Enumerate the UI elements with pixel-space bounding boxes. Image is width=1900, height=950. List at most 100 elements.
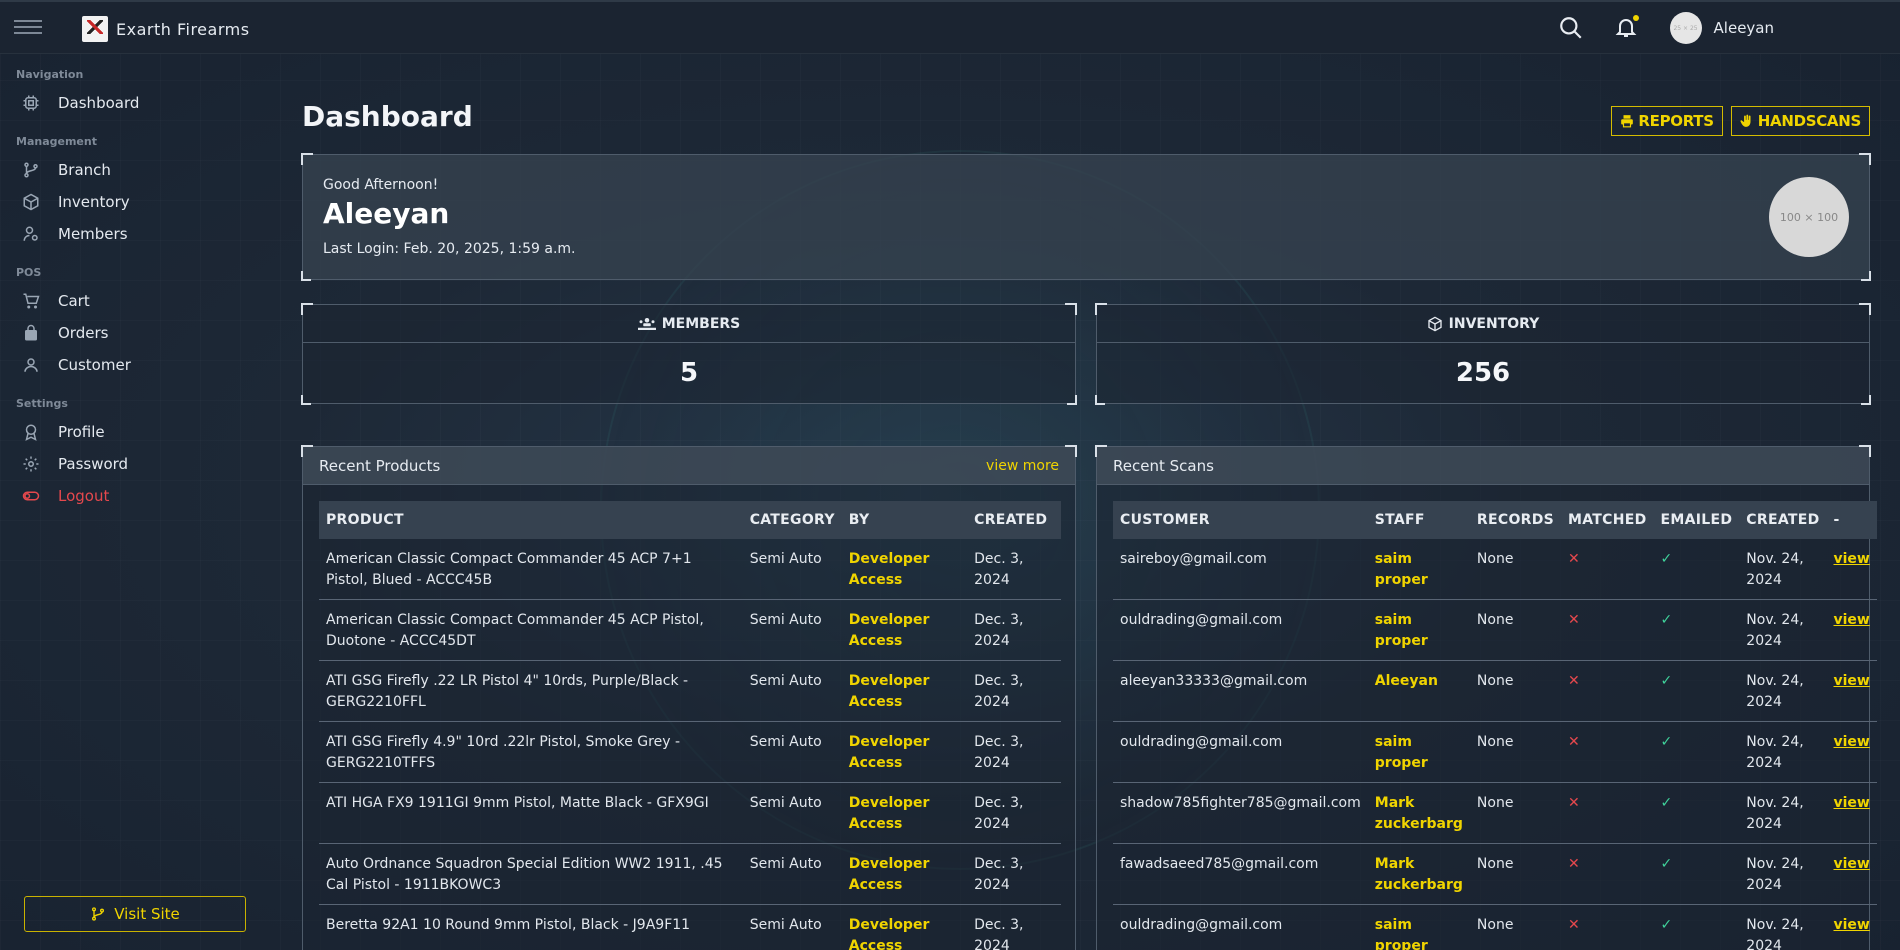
user-menu[interactable]: 25 × 25 Aleeyan bbox=[1669, 12, 1774, 44]
sidebar-item-label: Cart bbox=[58, 292, 90, 310]
emailed-cell: ✓ bbox=[1653, 599, 1740, 661]
view-more-link[interactable]: view more bbox=[986, 458, 1059, 474]
view-link[interactable]: view bbox=[1834, 917, 1870, 933]
sidebar: Navigation Dashboard Management Branch I… bbox=[0, 54, 262, 950]
scan-created-date: Nov. 24, 2024 bbox=[1739, 539, 1827, 600]
sidebar-item-orders[interactable]: Orders bbox=[0, 317, 262, 349]
staff-name: Mark zuckerbarg bbox=[1367, 843, 1470, 905]
table-row[interactable]: ouldrading@gmail.com saim proper None ✕ ✓ Nov… bbox=[1113, 721, 1877, 783]
reports-button[interactable]: REPORTS bbox=[1611, 106, 1723, 136]
column-header[interactable]: BY bbox=[841, 501, 968, 539]
view-cell: view bbox=[1826, 539, 1877, 600]
view-cell: view bbox=[1826, 782, 1877, 844]
product-name: Auto Ordnance Squadron Special Edition W… bbox=[319, 843, 743, 905]
matched-cell: ✕ bbox=[1561, 660, 1654, 722]
table-row[interactable]: aleeyan33333@gmail.com Aleeyan None ✕ ✓ Nov. … bbox=[1113, 660, 1877, 722]
table-row[interactable]: fawadsaeed785@gmail.com Mark zuckerbarg No… bbox=[1113, 843, 1877, 905]
brand-name: Exarth Firearms bbox=[116, 19, 250, 39]
sidebar-item-branch[interactable]: Branch bbox=[0, 154, 262, 186]
table-row[interactable]: Auto Ordnance Squadron Special Edition W… bbox=[319, 843, 1061, 905]
menu-toggle-icon[interactable] bbox=[14, 20, 42, 38]
recent-scans-header: Recent Scans bbox=[1097, 447, 1869, 485]
recent-products-table: PRODUCT CATEGORY BY CREATED American Cla… bbox=[319, 501, 1061, 950]
brand[interactable]: Exarth Firearms bbox=[82, 16, 250, 42]
table-row[interactable]: Beretta 92A1 10 Round 9mm Pistol, Black … bbox=[319, 904, 1061, 950]
records-value: None bbox=[1469, 904, 1562, 950]
greeting-text: Good Afternoon! bbox=[323, 177, 439, 193]
view-link[interactable]: view bbox=[1834, 612, 1870, 628]
records-value: None bbox=[1469, 843, 1562, 905]
table-row[interactable]: ATI HGA FX9 1911GI 9mm Pistol, Matte Bla… bbox=[319, 782, 1061, 844]
members-stat-card: MEMBERS 5 bbox=[301, 303, 1077, 405]
view-link[interactable]: view bbox=[1834, 551, 1870, 567]
toggle-icon bbox=[22, 491, 40, 501]
product-created-by: Developer Access bbox=[841, 904, 968, 950]
sidebar-item-logout[interactable]: Logout bbox=[0, 480, 262, 512]
matched-cell: ✕ bbox=[1561, 843, 1654, 905]
scan-created-date: Nov. 24, 2024 bbox=[1739, 599, 1827, 661]
gear-icon bbox=[23, 456, 39, 472]
check-icon: ✓ bbox=[1660, 612, 1673, 628]
sidebar-item-label: Customer bbox=[58, 356, 131, 374]
view-link[interactable]: view bbox=[1834, 795, 1870, 811]
column-header[interactable]: CATEGORY bbox=[742, 501, 842, 539]
records-value: None bbox=[1469, 721, 1562, 783]
column-header[interactable]: MATCHED bbox=[1561, 501, 1654, 539]
nav-section-title: Navigation bbox=[16, 68, 84, 81]
view-link[interactable]: view bbox=[1834, 856, 1870, 872]
search-icon[interactable] bbox=[1558, 15, 1584, 41]
table-row[interactable]: American Classic Compact Commander 45 AC… bbox=[319, 539, 1061, 600]
sidebar-item-customer[interactable]: Customer bbox=[0, 349, 262, 381]
bag-icon bbox=[25, 324, 37, 341]
sidebar-item-cart[interactable]: Cart bbox=[0, 285, 262, 317]
sidebar-item-password[interactable]: Password bbox=[0, 448, 262, 480]
table-row[interactable]: saireboy@gmail.com saim proper None ✕ ✓ Nov. … bbox=[1113, 539, 1877, 600]
view-link[interactable]: view bbox=[1834, 673, 1870, 689]
column-header[interactable]: CUSTOMER bbox=[1113, 501, 1368, 539]
sidebar-item-profile[interactable]: Profile bbox=[0, 416, 262, 448]
view-cell: view bbox=[1826, 599, 1877, 661]
cross-icon: ✕ bbox=[1568, 612, 1580, 628]
product-created-date: Dec. 3, 2024 bbox=[967, 721, 1061, 783]
table-row[interactable]: ouldrading@gmail.com saim proper None ✕ ✓ Nov… bbox=[1113, 904, 1877, 950]
nav-section-title: Management bbox=[16, 135, 97, 148]
inventory-stat-card: INVENTORY 256 bbox=[1095, 303, 1871, 405]
handscans-button[interactable]: HANDSCANS bbox=[1730, 106, 1870, 136]
sidebar-item-dashboard[interactable]: Dashboard bbox=[0, 87, 262, 119]
matched-cell: ✕ bbox=[1561, 599, 1654, 661]
sidebar-item-members[interactable]: Members bbox=[0, 218, 262, 250]
page-title: Dashboard bbox=[302, 100, 473, 133]
inventory-stat-label: INVENTORY bbox=[1448, 315, 1540, 332]
header-actions: REPORTS HANDSCANS bbox=[1611, 106, 1870, 136]
scan-created-date: Nov. 24, 2024 bbox=[1739, 904, 1827, 950]
sidebar-item-label: Password bbox=[58, 455, 129, 473]
cart-icon bbox=[23, 293, 40, 309]
table-row[interactable]: ATI GSG Firefly .22 LR Pistol 4" 10rds, … bbox=[319, 660, 1061, 722]
product-name: ATI GSG Firefly .22 LR Pistol 4" 10rds, … bbox=[319, 660, 743, 722]
reports-label: REPORTS bbox=[1638, 112, 1714, 130]
sidebar-item-label: Branch bbox=[58, 161, 111, 179]
column-header[interactable]: CREATED bbox=[967, 501, 1061, 539]
column-header[interactable]: EMAILED bbox=[1653, 501, 1740, 539]
sidebar-item-label: Logout bbox=[58, 487, 110, 505]
product-category: Semi Auto bbox=[742, 843, 842, 905]
visit-site-button[interactable]: Visit Site bbox=[24, 896, 246, 932]
column-header[interactable]: RECORDS bbox=[1469, 501, 1562, 539]
table-row[interactable]: ATI GSG Firefly 4.9" 10rd .22lr Pistol, … bbox=[319, 721, 1061, 783]
column-header[interactable]: STAFF bbox=[1367, 501, 1470, 539]
inventory-stat-header: INVENTORY bbox=[1097, 305, 1869, 343]
table-row[interactable]: American Classic Compact Commander 45 AC… bbox=[319, 599, 1061, 661]
table-row[interactable]: shadow785fighter785@gmail.com Mark zucker… bbox=[1113, 782, 1877, 844]
welcome-card: Good Afternoon! Aleeyan Last Login: Feb.… bbox=[301, 153, 1871, 281]
view-link[interactable]: view bbox=[1834, 734, 1870, 750]
product-created-by: Developer Access bbox=[841, 660, 968, 722]
members-icon bbox=[637, 317, 656, 330]
product-created-date: Dec. 3, 2024 bbox=[967, 904, 1061, 950]
table-row[interactable]: ouldrading@gmail.com saim proper None ✕ ✓ Nov… bbox=[1113, 599, 1877, 661]
members-stat-header: MEMBERS bbox=[303, 305, 1075, 343]
column-header[interactable]: CREATED bbox=[1739, 501, 1827, 539]
column-header[interactable]: PRODUCT bbox=[319, 501, 743, 539]
notification-bell-icon[interactable] bbox=[1614, 15, 1640, 41]
box-icon bbox=[1428, 316, 1442, 331]
sidebar-item-inventory[interactable]: Inventory bbox=[0, 186, 262, 218]
